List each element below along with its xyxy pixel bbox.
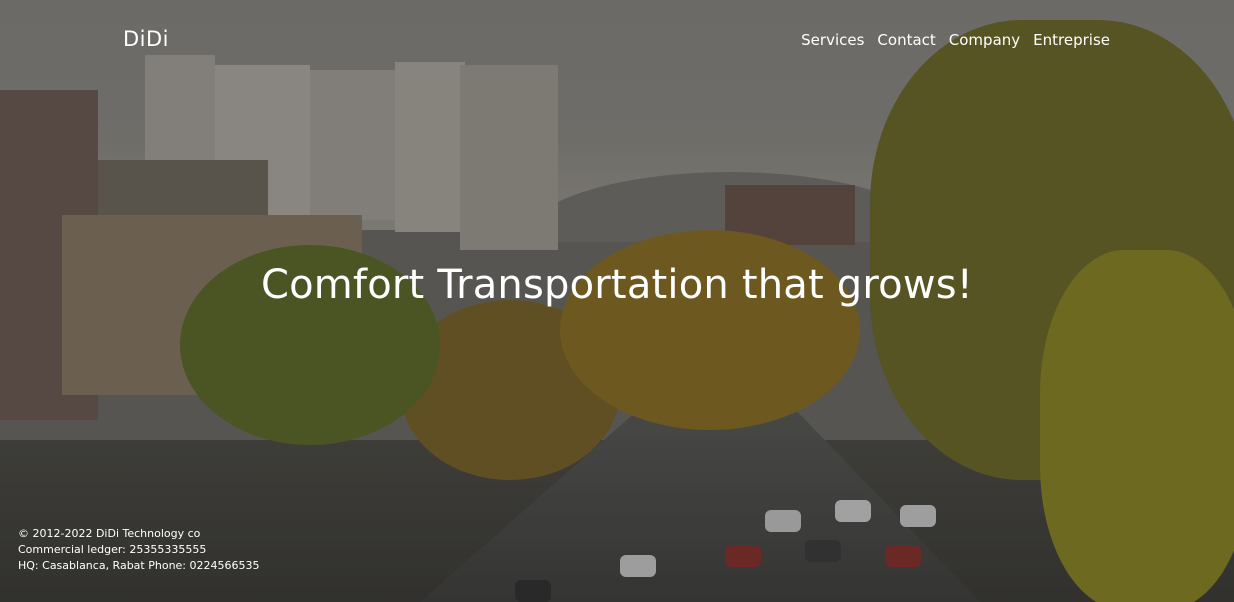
nav-link-services[interactable]: Services xyxy=(801,31,864,49)
nav-link-entreprise[interactable]: Entreprise xyxy=(1033,31,1110,49)
footer-info: © 2012-2022 DiDi Technology co Commercia… xyxy=(18,526,260,574)
nav-link-company[interactable]: Company xyxy=(949,31,1020,49)
hero-headline: Comfort Transportation that grows! xyxy=(260,262,974,308)
logo[interactable]: DiDi xyxy=(123,27,169,51)
footer-copyright: © 2012-2022 DiDi Technology co xyxy=(18,527,201,540)
footer-hq: HQ: Casablanca, Rabat Phone: 0224566535 xyxy=(18,559,260,572)
nav-link-contact[interactable]: Contact xyxy=(877,31,935,49)
top-nav: Services Contact Company Entreprise xyxy=(801,31,1110,49)
footer-ledger: Commercial ledger: 25355335555 xyxy=(18,543,207,556)
hero-section: DiDi Services Contact Company Entreprise… xyxy=(0,0,1234,602)
